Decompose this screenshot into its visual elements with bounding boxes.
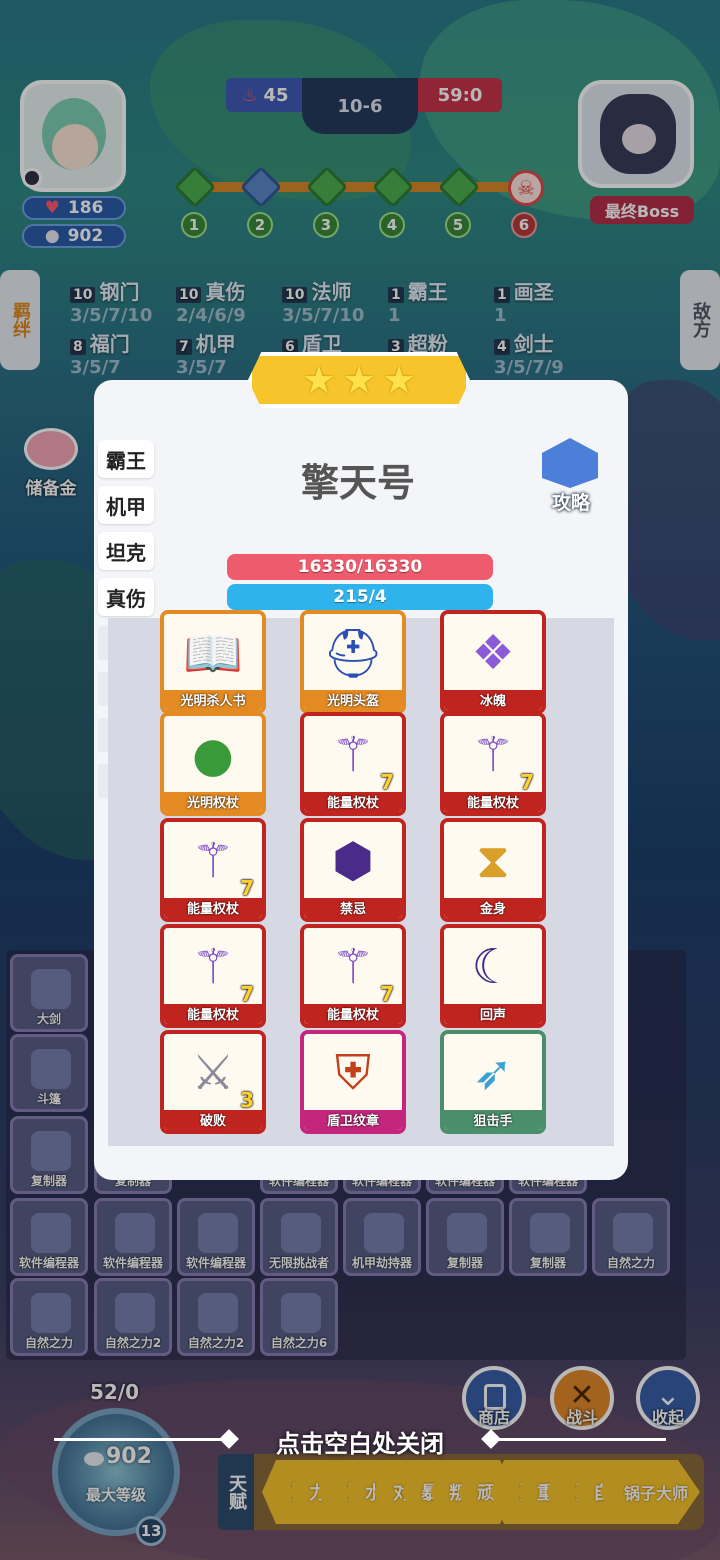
rifle-icon: ➶ [472,1045,514,1101]
item-card[interactable]: ❖ 冰魄 [440,610,546,714]
class-tag[interactable]: 真伤 [98,578,154,616]
item-card[interactable]: ⚚ 能量权杖 7 [160,924,266,1028]
item-card[interactable]: ⬢ 禁忌 [300,818,406,922]
item-card[interactable]: ⚚ 能量权杖 7 [160,818,266,922]
orb-icon: ● [192,727,234,783]
close-hint-line-left [54,1438,224,1441]
close-hint[interactable]: 点击空白处关闭 [240,1424,480,1459]
item-card[interactable]: ☾ 回声 [440,924,546,1028]
crystal-icon: ❖ [471,625,515,681]
item-card[interactable]: ⚚ 能量权杖 7 [440,712,546,816]
item-card[interactable]: ⚚ 能量权杖 7 [300,712,406,816]
mana-bar: 215/4 [227,584,493,610]
close-hint-line-right [496,1438,666,1441]
item-card[interactable]: ● 光明权杖 [160,712,266,816]
guide-button[interactable]: 攻略 [536,436,606,516]
item-card[interactable]: ⧗ 金身 [440,818,546,922]
hourglass-icon: ⧗ [476,832,510,889]
emblem-icon: ⛨ [334,1044,371,1101]
star-icon: ★ [301,358,336,402]
star-icon: ★ [341,358,377,402]
class-tag[interactable]: 坦克 [98,532,154,570]
item-card[interactable]: ⛨ 盾卫纹章 [300,1030,406,1134]
item-card[interactable]: ⚔ 破败 3 [160,1030,266,1134]
item-card[interactable]: ⛑ 光明头盔 [300,610,406,714]
item-card[interactable]: ⚚ 能量权杖 7 [300,924,406,1028]
guide-label: 攻略 [551,492,590,514]
unit-name: 擎天号 [300,461,415,505]
class-tag[interactable]: 机甲 [98,486,154,524]
graduation-cap-icon [542,438,598,488]
star-icon: ★ [382,358,417,402]
gem-icon: ⬢ [332,833,374,889]
helmet-icon: ⛑ [322,625,384,682]
class-tag[interactable]: 霸王 [98,440,154,478]
star-rating: ★ ★ ★ [248,352,470,408]
item-card[interactable]: ➶ 狙击手 [440,1030,546,1134]
book-icon: 📖 [183,625,243,682]
moon-staff-icon: ☾ [471,939,515,995]
item-card[interactable]: 📖 光明杀人书 [160,610,266,714]
hp-bar: 16330/16330 [227,554,493,580]
